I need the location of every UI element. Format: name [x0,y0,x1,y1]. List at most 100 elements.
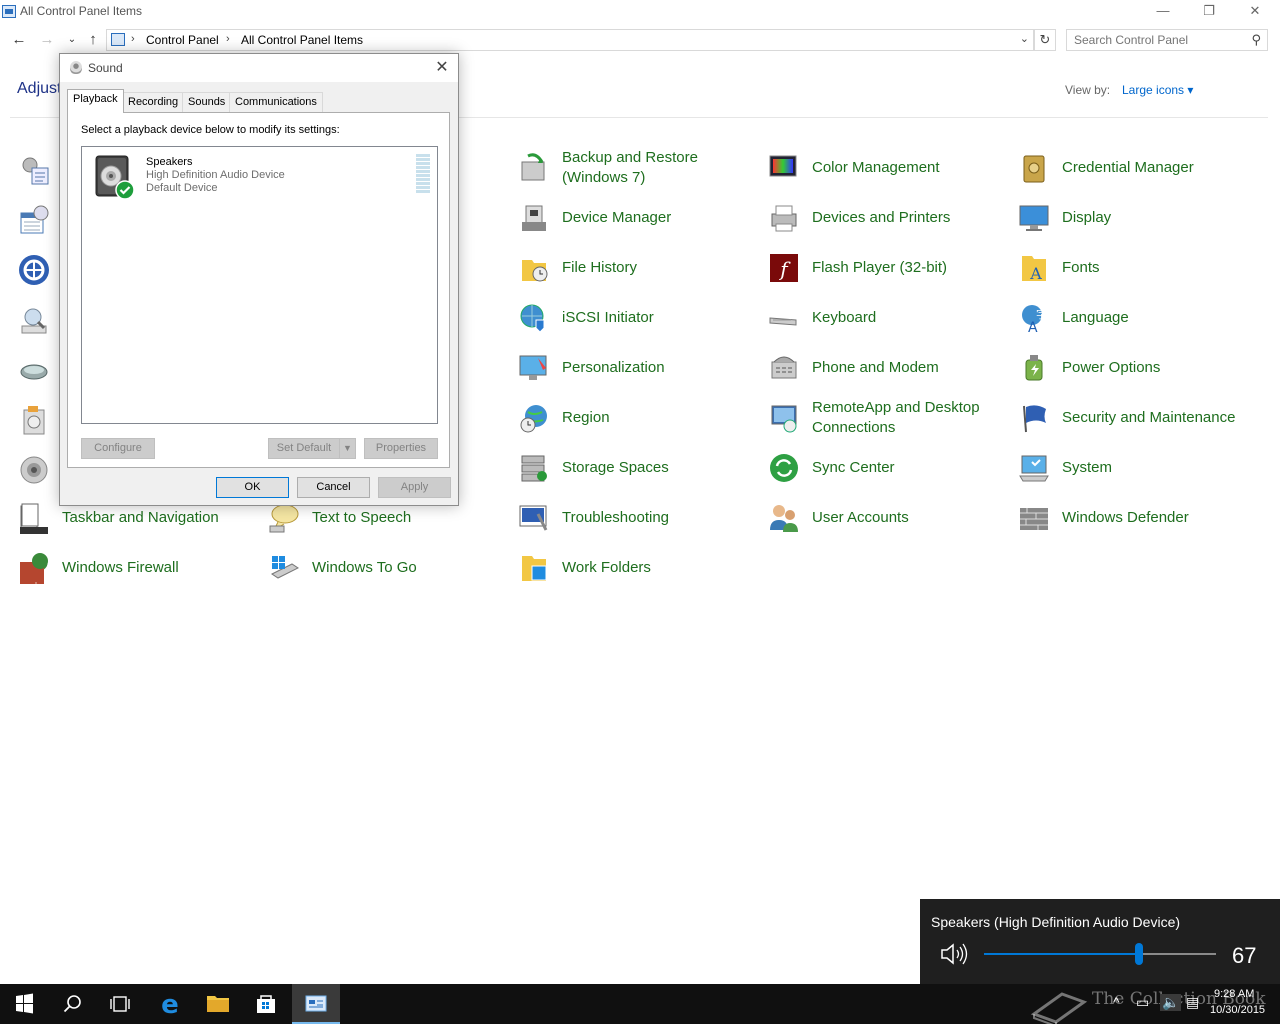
control-panel-item-label[interactable]: Storage Spaces [562,448,762,488]
tab-sounds[interactable]: Sounds [182,92,232,112]
control-panel-item[interactable]: Personalization [518,348,758,388]
configure-button[interactable]: Configure [81,438,155,459]
control-panel-item[interactable]: Work Folders [518,548,758,588]
cancel-button[interactable]: Cancel [297,477,370,498]
volume-tray-icon[interactable]: 🔈 [1160,994,1182,1011]
close-button[interactable]: ✕ [1232,0,1278,24]
control-panel-item-label[interactable]: Credential Manager [1062,148,1262,188]
control-panel-item[interactable]: Credential Manager [1018,148,1258,188]
edge-browser-button[interactable]: e [146,984,194,1024]
control-panel-item-label[interactable]: Region [562,398,762,438]
control-panel-item-label[interactable]: Flash Player (32-bit) [812,248,1012,288]
ease-of-access-icon[interactable] [18,254,50,286]
control-panel-item-label[interactable]: Work Folders [562,548,762,588]
control-panel-item-label[interactable]: Fonts [1062,248,1262,288]
control-panel-item-label[interactable]: Troubleshooting [562,498,762,538]
control-panel-item[interactable]: File History [518,248,758,288]
control-panel-item[interactable]: System [1018,448,1258,488]
tab-recording[interactable]: Recording [122,92,185,112]
control-panel-item[interactable]: Windows To Go [268,548,508,588]
control-panel-item[interactable]: A Fonts [1018,248,1258,288]
control-panel-item[interactable]: Windows Firewall [18,548,258,588]
properties-button[interactable]: Properties [364,438,438,459]
tab-playback[interactable]: Playback [67,89,124,113]
set-default-button[interactable]: Set Default [268,438,340,459]
control-panel-item-label[interactable]: RemoteApp and Desktop Connections [812,398,1012,438]
set-default-dropdown-arrow-icon[interactable]: ▼ [339,438,356,459]
control-panel-item[interactable]: iSCSI Initiator [518,298,758,338]
ok-button[interactable]: OK [216,477,289,498]
playback-device-list[interactable]: Speakers High Definition Audio Device De… [81,146,438,424]
search-box[interactable]: ⚲ [1066,29,1268,51]
control-panel-item-label[interactable]: System [1062,448,1262,488]
date-time-calendar-icon[interactable] [18,204,50,236]
control-panel-item-label[interactable]: File History [562,248,762,288]
volume-speaker-icon[interactable] [940,942,968,966]
search-taskbar-button[interactable] [48,984,96,1024]
control-panel-item-label[interactable]: Keyboard [812,298,1012,338]
tab-communications[interactable]: Communications [229,92,323,112]
control-panel-item-label[interactable]: Sync Center [812,448,1012,488]
action-center-icon[interactable]: ▤ [1186,994,1199,1011]
refresh-icon[interactable]: ↻ [1034,29,1056,51]
control-panel-item[interactable]: Color Management [768,148,1008,188]
control-panel-item-label[interactable]: Phone and Modem [812,348,1012,388]
control-panel-item-label[interactable]: Device Manager [562,198,762,238]
control-panel-item[interactable]: Power Options [1018,348,1258,388]
minimize-button[interactable]: — [1140,0,1186,24]
start-button[interactable] [0,984,48,1024]
control-panel-item[interactable]: Backup and Restore (Windows 7) [518,148,758,188]
forward-arrow-icon[interactable]: → [38,31,56,49]
search-input[interactable] [1074,31,1244,49]
control-panel-item-label[interactable]: Power Options [1062,348,1262,388]
volume-device-name[interactable]: Speakers (High Definition Audio Device) [931,914,1180,930]
control-panel-item-label[interactable]: Color Management [812,148,1012,188]
control-panel-item[interactable]: Sync Center [768,448,1008,488]
gear-settings-icon[interactable] [18,154,50,186]
control-panel-taskbar-button[interactable] [292,984,340,1024]
control-panel-item-label[interactable]: Display [1062,198,1262,238]
clock-time[interactable]: 9:28 AM [1214,988,1254,1000]
control-panel-item[interactable]: Troubleshooting [518,498,758,538]
file-explorer-button[interactable] [194,984,242,1024]
control-panel-item[interactable]: Storage Spaces [518,448,758,488]
control-panel-item-label[interactable]: User Accounts [812,498,1012,538]
control-panel-item-label[interactable]: Devices and Printers [812,198,1012,238]
network-icon[interactable]: ▭ [1136,994,1149,1011]
show-hidden-icons-chevron-icon[interactable]: ^ [1113,994,1120,1010]
control-panel-item-label[interactable]: Personalization [562,348,762,388]
control-panel-item-label[interactable]: Windows To Go [312,548,512,588]
view-by-dropdown[interactable]: Large icons ▾ [1122,83,1193,97]
breadcrumb-separator-icon[interactable]: › [131,33,135,45]
recent-locations-chevron-icon[interactable]: ⌄ [63,31,81,49]
control-panel-item-label[interactable]: Language [1062,298,1262,338]
control-panel-item-label[interactable]: iSCSI Initiator [562,298,762,338]
control-panel-item[interactable]: RemoteApp and Desktop Connections [768,398,1008,438]
control-panel-item[interactable]: f Flash Player (32-bit) [768,248,1008,288]
control-panel-item-label[interactable]: Security and Maintenance [1062,398,1262,438]
volume-slider-thumb[interactable] [1135,943,1144,965]
control-panel-item[interactable]: Windows Defender [1018,498,1258,538]
programs-features-icon[interactable] [18,404,50,436]
control-panel-item[interactable]: Phone and Modem [768,348,1008,388]
indexing-options-icon[interactable] [18,304,50,336]
control-panel-item[interactable]: Display [1018,198,1258,238]
apply-button[interactable]: Apply [378,477,451,498]
control-panel-item-label[interactable]: Backup and Restore (Windows 7) [562,148,762,188]
address-dropdown-chevron-icon[interactable]: ⌄ [1020,32,1029,45]
up-arrow-icon[interactable]: ↑ [84,31,102,49]
control-panel-item[interactable]: Device Manager [518,198,758,238]
control-panel-item[interactable]: Devices and Printers [768,198,1008,238]
control-panel-item-label[interactable]: Windows Firewall [62,548,262,588]
control-panel-item-label[interactable]: Windows Defender [1062,498,1262,538]
mouse-icon[interactable] [18,354,50,386]
control-panel-item[interactable]: Keyboard [768,298,1008,338]
task-view-button[interactable] [96,984,144,1024]
back-arrow-icon[interactable]: ← [10,31,28,49]
store-button[interactable] [242,984,290,1024]
breadcrumb-control-panel[interactable]: Control Panel [146,33,219,47]
breadcrumb-all-items[interactable]: All Control Panel Items [241,33,363,47]
dialog-close-icon[interactable]: ✕ [430,56,454,80]
search-icon[interactable]: ⚲ [1251,32,1261,48]
breadcrumb-separator-icon[interactable]: › [226,33,230,45]
